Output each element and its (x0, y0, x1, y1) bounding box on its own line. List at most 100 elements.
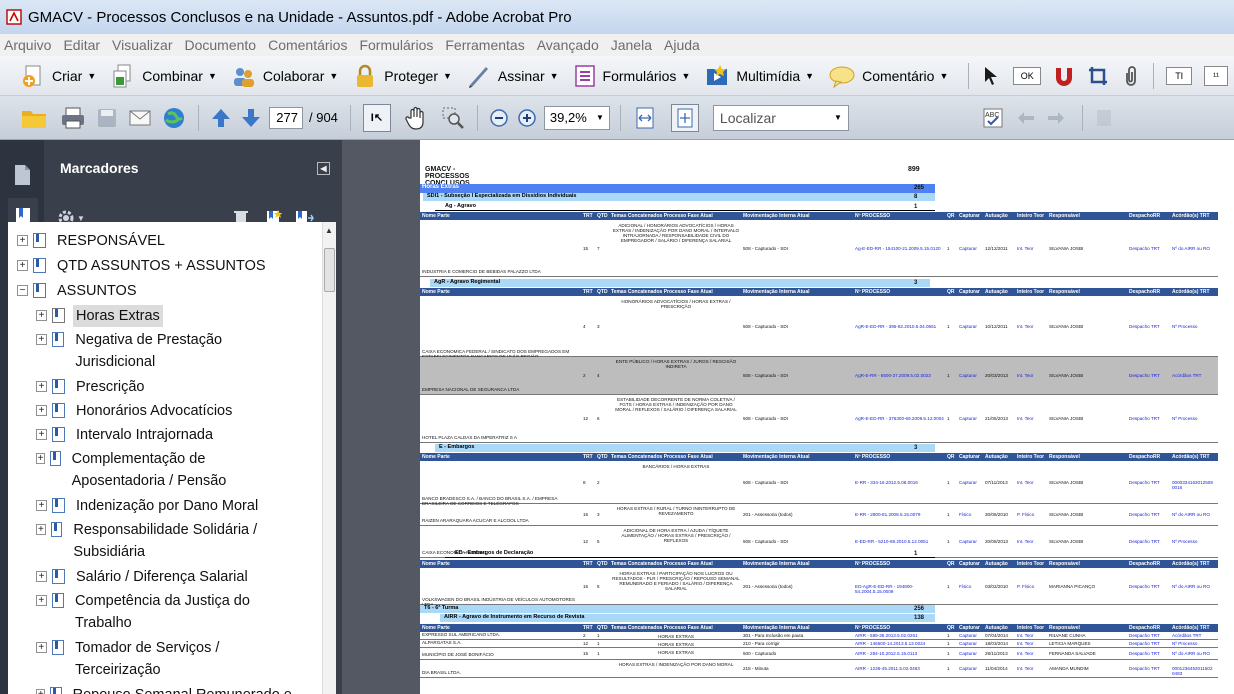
cell-teor[interactable]: Int. Teor (1017, 641, 1047, 646)
cell-cap[interactable]: Capturar (959, 246, 983, 251)
cell-teor[interactable]: P. Físico (1017, 584, 1047, 589)
menu-janela[interactable]: Janela (611, 37, 652, 53)
expand-toggle-icon[interactable]: + (36, 571, 47, 582)
cell-teor[interactable]: Int. Teor (1017, 246, 1047, 251)
cell-desp[interactable]: Despacho TRT (1129, 651, 1169, 656)
menu-ferramentas[interactable]: Ferramentas (445, 37, 524, 53)
read-mode-icon[interactable] (1095, 108, 1113, 128)
redo-icon[interactable] (1046, 108, 1066, 128)
multimidia-button[interactable]: Multimídia ▼ (704, 63, 814, 89)
document-view[interactable]: GMACV - PROCESSOS CONCLUSOS E NO GABINET… (420, 140, 1234, 694)
cell-teor[interactable]: Int. Teor (1017, 416, 1047, 421)
ok-field-icon[interactable]: OK (1013, 66, 1042, 85)
cell-acord[interactable]: Nº do AIRR ou RO (1172, 512, 1222, 517)
globe-icon[interactable] (162, 106, 186, 130)
bookmark-item[interactable]: + Horas Extras (36, 305, 302, 327)
menu-arquivo[interactable]: Arquivo (4, 37, 51, 53)
cell-teor[interactable]: Int. Teor (1017, 480, 1047, 485)
open-folder-icon[interactable] (20, 106, 48, 130)
bookmark-item[interactable]: + RESPONSÁVEL (17, 230, 302, 252)
cell-proc[interactable]: ED-AgR-E-ED-RR - 194800-54.2004.5.15.000… (855, 584, 945, 594)
menu-avancado[interactable]: Avançado (537, 37, 599, 53)
bookmark-item[interactable]: + Salário / Diferença Salarial (36, 566, 302, 588)
save-icon[interactable] (96, 107, 118, 129)
cell-desp[interactable]: Despacho TRT (1129, 539, 1169, 544)
scroll-up-icon[interactable]: ▲ (325, 226, 333, 235)
expand-toggle-icon[interactable]: − (17, 285, 28, 296)
cell-acord[interactable]: Nº Processo (1172, 416, 1222, 421)
cell-cap[interactable]: Capturar (959, 480, 983, 485)
proteger-button[interactable]: Proteger ▼ (352, 63, 452, 89)
cell-desp[interactable]: Despacho TRT (1129, 480, 1169, 485)
email-icon[interactable] (128, 108, 152, 128)
menu-comentarios[interactable]: Comentários (268, 37, 347, 53)
expand-toggle-icon[interactable]: + (17, 235, 28, 246)
bookmark-item[interactable]: + Prescrição (36, 376, 302, 398)
zoom-out-icon[interactable] (490, 108, 508, 127)
cell-proc[interactable]: AgR-E-RR - 6500-37.2009.5.02.0023 (855, 373, 945, 378)
select-arrow-icon[interactable] (983, 66, 999, 86)
cell-acord[interactable]: Nº Processo (1172, 539, 1222, 544)
cell-desp[interactable]: Despacho TRT (1129, 512, 1169, 517)
bookmark-item[interactable]: + Responsabilidade Solidária / Subsidiári… (36, 519, 302, 563)
expand-toggle-icon[interactable]: + (36, 453, 46, 464)
bookmark-item[interactable]: + Tomador de Serviços / Terceirização (36, 637, 302, 681)
menu-ajuda[interactable]: Ajuda (664, 37, 700, 53)
cell-acord[interactable]: Nº do AIRR ou RO (1172, 584, 1222, 589)
cell-proc[interactable]: AIRR - 1236-45.2011.5.02.0483 (855, 666, 945, 671)
expand-toggle-icon[interactable]: + (36, 595, 47, 606)
next-page-icon[interactable] (241, 107, 261, 129)
cell-cap[interactable]: Capturar (959, 324, 983, 329)
expand-toggle-icon[interactable]: + (36, 334, 47, 345)
menu-editar[interactable]: Editar (63, 37, 100, 53)
cell-desp[interactable]: Despacho TRT (1129, 584, 1169, 589)
cell-acord[interactable]: Acórdãos TRT (1172, 373, 1222, 378)
cell-teor[interactable]: Int. Teor (1017, 651, 1047, 656)
cell-cap[interactable]: Físico (959, 584, 983, 589)
fit-page-icon[interactable] (670, 103, 699, 132)
expand-toggle-icon[interactable]: + (36, 381, 47, 392)
panel-options-icon[interactable]: ◀ (317, 161, 330, 175)
bookmark-item[interactable]: + Competência da Justiça do Trabalho (36, 590, 302, 634)
find-dropdown-icon[interactable]: ▼ (834, 113, 842, 122)
bookmark-item[interactable]: + Complementação de Aposentadoria / Pensã… (36, 448, 302, 492)
cell-cap[interactable]: Capturar (959, 539, 983, 544)
cell-desp[interactable]: Despacho TRT (1129, 666, 1169, 671)
magnet-icon[interactable] (1053, 65, 1075, 87)
colaborar-button[interactable]: Colaborar ▼ (231, 63, 338, 89)
cell-desp[interactable]: Despacho TRT (1129, 416, 1169, 421)
expand-toggle-icon[interactable]: + (36, 500, 47, 511)
cell-acord[interactable]: Nº do AIRR ou RO (1172, 246, 1222, 251)
formularios-button[interactable]: Formulários ▼ (573, 64, 690, 88)
cell-cap[interactable]: Capturar (959, 633, 983, 638)
bookmark-item[interactable]: + Negativa de Prestação Jurisdicional (36, 329, 302, 373)
cell-acord[interactable]: 0001236452011502 0483 (1172, 666, 1222, 676)
zoom-select[interactable]: 39,2% ▼ (543, 105, 610, 130)
cell-teor[interactable]: Int. Teor (1017, 539, 1047, 544)
cell-desp[interactable]: Despacho TRT (1129, 246, 1169, 251)
assinar-button[interactable]: Assinar ▼ (466, 63, 559, 89)
cell-proc[interactable]: AgR-E-ED-RR - 376300-69.2009.5.12.0004 (855, 416, 945, 421)
expand-toggle-icon[interactable]: + (36, 429, 47, 440)
panel-divider[interactable] (342, 140, 420, 694)
previous-page-icon[interactable] (211, 107, 231, 129)
cell-desp[interactable]: Despacho TRT (1129, 373, 1169, 378)
cell-proc[interactable]: AIRR - 589-35.2013.5.02.0261 (855, 633, 945, 638)
fit-width-icon[interactable] (635, 106, 655, 130)
comentario-button[interactable]: Comentário ▼ (828, 64, 948, 88)
menu-visualizar[interactable]: Visualizar (112, 37, 172, 53)
cell-teor[interactable]: Int. Teor (1017, 666, 1047, 671)
print-icon[interactable] (60, 106, 86, 130)
bookmark-item[interactable]: + Honorários Advocatícios (36, 400, 302, 422)
cell-acord[interactable]: Acórdãos TRT (1172, 633, 1222, 638)
menu-formularios[interactable]: Formulários (359, 37, 433, 53)
cell-cap[interactable]: Capturar (959, 666, 983, 671)
undo-icon[interactable] (1016, 108, 1036, 128)
bookmark-item[interactable]: + Repouso Semanal Remunerado e Feriado (36, 684, 302, 694)
cell-acord[interactable]: 0000334162012508 0016 (1172, 480, 1222, 490)
bookmark-item[interactable]: + Indenização por Dano Moral (36, 495, 302, 517)
bookmark-item[interactable]: + Intervalo Intrajornada (36, 424, 302, 446)
cell-proc[interactable]: E-RR - 334-16.2012.5.08.0016 (855, 480, 945, 485)
cell-teor[interactable]: Int. Teor (1017, 324, 1047, 329)
bookmarks-scrollbar[interactable]: ▲ (322, 222, 336, 694)
